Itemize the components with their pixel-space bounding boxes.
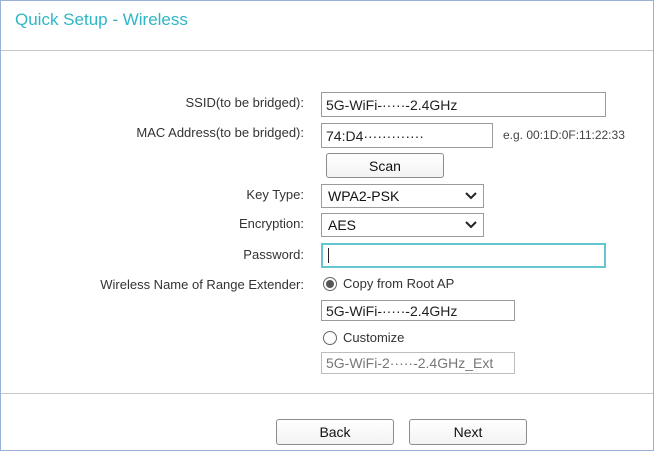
scan-button[interactable]: Scan bbox=[326, 153, 444, 178]
quick-setup-window: Quick Setup - Wireless SSID(to be bridge… bbox=[0, 0, 654, 451]
encryption-select[interactable]: AES bbox=[321, 213, 484, 237]
chevron-down-icon bbox=[465, 219, 477, 231]
encryption-label: Encryption: bbox=[238, 216, 304, 231]
page-title: Quick Setup - Wireless bbox=[15, 10, 188, 29]
extender-name-label: Wireless Name of Range Extender: bbox=[100, 277, 304, 292]
customize-input-value: 5G-WiFi-2·····-2.4GHz_Ext bbox=[326, 355, 494, 371]
chevron-down-icon bbox=[465, 190, 477, 202]
customize-label: Customize bbox=[343, 330, 405, 345]
footer-divider bbox=[1, 393, 653, 394]
next-button[interactable]: Next bbox=[409, 419, 527, 445]
mac-address-label: MAC Address(to be bridged): bbox=[136, 125, 304, 140]
back-button[interactable]: Back bbox=[276, 419, 394, 445]
mac-address-hint: e.g. 00:1D:0F:11:22:33 bbox=[503, 128, 625, 142]
password-label: Password: bbox=[243, 247, 304, 262]
mac-address-input[interactable]: 74:D4············· bbox=[321, 123, 493, 148]
ssid-input[interactable]: 5G-WiFi-·····-2.4GHz bbox=[321, 92, 606, 117]
ssid-label: SSID(to be bridged): bbox=[185, 95, 304, 110]
copy-from-root-input-value: 5G-WiFi-·····-2.4GHz bbox=[326, 302, 458, 319]
customize-input[interactable]: 5G-WiFi-2·····-2.4GHz_Ext bbox=[321, 352, 515, 374]
password-input[interactable] bbox=[321, 243, 606, 268]
radio-selected-icon[interactable] bbox=[323, 277, 337, 291]
radio-unselected-icon[interactable] bbox=[323, 331, 337, 345]
radio-dot bbox=[326, 280, 334, 288]
copy-from-root-input[interactable]: 5G-WiFi-·····-2.4GHz bbox=[321, 300, 515, 321]
text-cursor bbox=[328, 248, 329, 263]
key-type-select-value: WPA2-PSK bbox=[328, 188, 400, 204]
copy-from-root-label: Copy from Root AP bbox=[343, 276, 455, 291]
key-type-select[interactable]: WPA2-PSK bbox=[321, 184, 484, 208]
key-type-label: Key Type: bbox=[246, 187, 304, 202]
mac-address-input-value: 74:D4············· bbox=[326, 127, 424, 144]
title-divider bbox=[1, 50, 653, 51]
encryption-select-value: AES bbox=[328, 217, 357, 233]
ssid-input-value: 5G-WiFi-·····-2.4GHz bbox=[326, 96, 458, 113]
